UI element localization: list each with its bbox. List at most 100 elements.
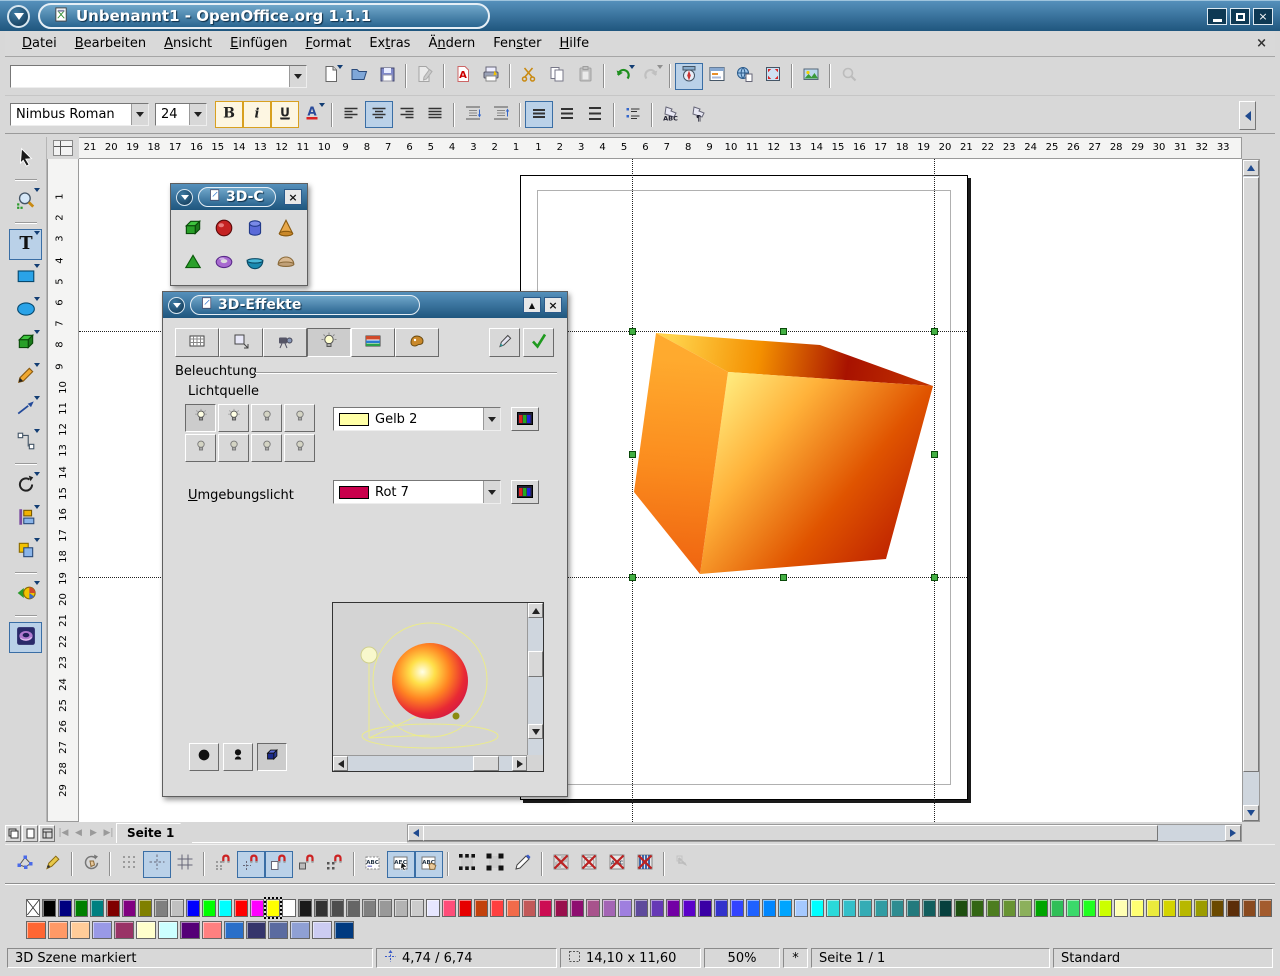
stylist-button[interactable] [703, 63, 731, 90]
color-swatch[interactable] [114, 921, 134, 939]
color-swatch[interactable] [202, 921, 222, 939]
objects3d-palette-titlebar[interactable]: 3D-C × [171, 184, 307, 210]
color-swatch[interactable] [346, 899, 360, 917]
selection-handle[interactable] [629, 328, 636, 335]
color-swatch[interactable] [762, 899, 776, 917]
vertical-scrollbar-thumb[interactable] [1243, 177, 1259, 772]
close-dialog-button[interactable]: × [544, 297, 562, 313]
layer-view-mode-2-button[interactable] [22, 825, 38, 842]
ambient-color-dropdown-button[interactable] [483, 481, 500, 503]
color-swatch[interactable] [922, 899, 936, 917]
horizontal-ruler[interactable]: 2120191817161514131211109876543211234567… [79, 137, 1242, 159]
color-swatch[interactable] [506, 899, 520, 917]
last-page-button[interactable]: ▶| [101, 825, 116, 842]
color-swatch[interactable] [282, 899, 296, 917]
window-menu-button[interactable] [7, 5, 30, 28]
color-swatch[interactable] [158, 921, 178, 939]
color-swatch[interactable] [826, 899, 840, 917]
color-swatch[interactable] [266, 899, 280, 917]
layer-view-mode-1-button[interactable] [5, 825, 21, 842]
modify-with-attributes-button[interactable] [509, 851, 537, 878]
alignment-tool[interactable] [9, 503, 42, 534]
hyperlink-button[interactable] [731, 63, 759, 90]
exit-group-button[interactable] [669, 851, 697, 878]
color-swatch[interactable] [810, 899, 824, 917]
color-swatch[interactable] [474, 899, 488, 917]
url-dropdown-button[interactable] [289, 66, 306, 87]
align-justify-button[interactable] [421, 101, 449, 128]
light-source-3-button[interactable] [251, 404, 282, 432]
export-pdf-button[interactable]: A [449, 63, 477, 90]
color-swatch[interactable] [1178, 899, 1192, 917]
scroll-right-button[interactable] [512, 756, 527, 771]
snap-points-button[interactable] [321, 851, 349, 878]
line-spacing-15-button[interactable] [553, 101, 581, 128]
color-swatch[interactable] [90, 899, 104, 917]
simple-handles-button[interactable] [453, 851, 481, 878]
rollup-button[interactable]: ▲ [523, 297, 541, 313]
url-combobox[interactable] [10, 65, 307, 88]
zoom-button[interactable] [759, 63, 787, 90]
color-swatch[interactable] [314, 899, 328, 917]
assign-colors-button[interactable] [489, 328, 520, 357]
light-color-dropdown-button[interactable] [483, 408, 500, 430]
color-swatch[interactable] [290, 921, 310, 939]
select-text-area-button[interactable]: ABC [387, 851, 415, 878]
status-zoom[interactable]: 50% [704, 948, 780, 968]
curve-tool[interactable] [9, 361, 42, 392]
spacing-decrease-button[interactable] [487, 101, 515, 128]
window-menu-button[interactable] [176, 189, 193, 206]
close-palette-button[interactable]: × [284, 189, 302, 205]
vertical-scrollbar[interactable] [1242, 159, 1260, 822]
color-swatch[interactable] [426, 899, 440, 917]
color-swatch[interactable] [1098, 899, 1112, 917]
selection-handle[interactable] [931, 328, 938, 335]
picture-placeholder-button[interactable] [547, 851, 575, 878]
color-swatch[interactable] [362, 899, 376, 917]
color-swatch[interactable] [538, 899, 552, 917]
color-none[interactable] [26, 899, 40, 917]
color-swatch[interactable] [938, 899, 952, 917]
arrange-tool[interactable] [9, 536, 42, 567]
line-placeholder-button[interactable] [631, 851, 659, 878]
color-swatch[interactable] [334, 921, 354, 939]
color-swatch[interactable] [634, 899, 648, 917]
color-swatch[interactable] [618, 899, 632, 917]
align-left-button[interactable] [337, 101, 365, 128]
gallery-button[interactable] [797, 63, 825, 90]
textures-tab[interactable] [351, 328, 395, 357]
color-swatch[interactable] [70, 921, 90, 939]
font-color-button[interactable]: A [299, 101, 327, 128]
text-tool[interactable]: T [9, 229, 42, 260]
color-swatch[interactable] [746, 899, 760, 917]
color-swatch[interactable] [1194, 899, 1208, 917]
color-swatch[interactable] [312, 921, 332, 939]
effects-tool[interactable] [9, 579, 42, 610]
color-swatch[interactable] [1146, 899, 1160, 917]
effects3d-dialog-titlebar[interactable]: 3D-Effekte ▲ × [163, 292, 567, 318]
cone-3d-button[interactable] [271, 215, 301, 245]
show-grid-button[interactable] [115, 851, 143, 878]
light-source-4-button[interactable] [284, 404, 315, 432]
material-tab[interactable] [395, 328, 439, 357]
menu-hilfe[interactable]: Hilfe [550, 36, 598, 51]
toolbar-scroll-left-button[interactable] [1239, 101, 1256, 130]
font-size-combobox[interactable]: 24 [155, 103, 207, 126]
color-swatch[interactable] [970, 899, 984, 917]
objects3d-tool[interactable] [9, 328, 42, 359]
color-swatch[interactable] [394, 899, 408, 917]
preview-lamp-button[interactable] [223, 743, 253, 771]
next-page-button[interactable]: ▶ [86, 825, 101, 842]
text-placeholder-button[interactable]: ABC [603, 851, 631, 878]
color-swatch[interactable] [330, 899, 344, 917]
save-button[interactable] [373, 63, 401, 90]
lines-arrows-tool[interactable] [9, 394, 42, 425]
rectangle-tool[interactable] [9, 262, 42, 293]
font-name-dropdown-button[interactable] [131, 104, 148, 125]
vertical-ruler[interactable]: 1234567891011121314151617181920212223242… [47, 159, 79, 822]
color-swatch[interactable] [1002, 899, 1016, 917]
color-swatch[interactable] [682, 899, 696, 917]
align-center-button[interactable] [365, 101, 393, 128]
color-swatch[interactable] [268, 921, 288, 939]
color-swatch[interactable] [522, 899, 536, 917]
